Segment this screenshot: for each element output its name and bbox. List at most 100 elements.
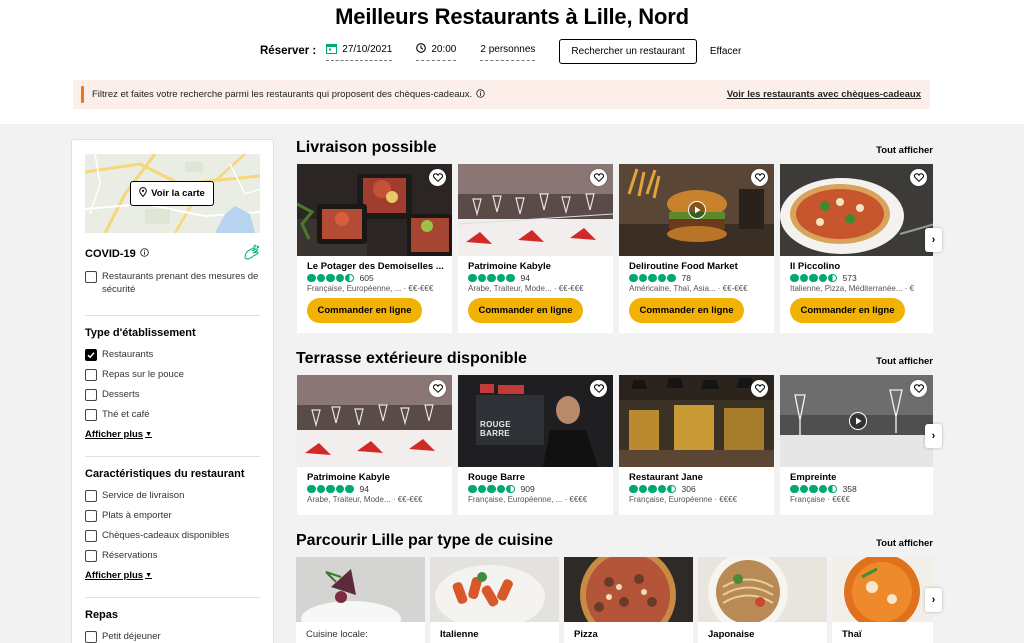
divider xyxy=(85,597,260,598)
restaurant-card[interactable]: Patrimoine Kabyle 94 Arabe, Traiteur, Mo… xyxy=(297,375,452,515)
cuisine-card-italian[interactable]: Italienne xyxy=(430,557,559,643)
restaurant-card[interactable]: Empreinte 358 Française · €€€€ xyxy=(780,375,933,515)
checkbox[interactable] xyxy=(85,408,97,421)
carousel-next-button[interactable]: › xyxy=(925,424,942,448)
save-heart-icon[interactable] xyxy=(429,169,446,186)
filter-takeaway[interactable]: Plats à emporter xyxy=(85,509,260,522)
review-count[interactable]: 605 xyxy=(360,273,374,283)
cuisine-card-japanese[interactable]: Japonaise xyxy=(698,557,827,643)
restaurant-card[interactable]: Il Piccolino 573 Italienne, Pizza, Médit… xyxy=(780,164,933,333)
review-count[interactable]: 306 xyxy=(682,484,696,494)
save-heart-icon[interactable] xyxy=(910,169,927,186)
party-size-picker[interactable]: 2 personnes xyxy=(480,41,536,61)
filter-reservations[interactable]: Réservations xyxy=(85,549,260,562)
save-heart-icon[interactable] xyxy=(590,169,607,186)
cuisine-price: Française · €€€€ xyxy=(790,495,851,504)
covid-filter: COVID-19 Restaurants prenant des mesures… xyxy=(85,244,260,296)
order-online-button[interactable]: Commander en ligne xyxy=(468,298,583,323)
filter-quick-meal[interactable]: Repas sur le pouce xyxy=(85,368,260,381)
review-count[interactable]: 94 xyxy=(360,484,369,494)
save-heart-icon[interactable] xyxy=(429,380,446,397)
date-picker[interactable]: 27/10/2021 xyxy=(326,41,393,61)
checkbox[interactable] xyxy=(85,630,97,643)
restaurant-card[interactable]: Deliroutine Food Market 78 Américaine, T… xyxy=(619,164,774,333)
rating: 78 xyxy=(629,273,691,283)
cuisine-card-pizza[interactable]: Pizza xyxy=(564,557,693,643)
filter-breakfast[interactable]: Petit déjeuner xyxy=(85,630,260,643)
review-count[interactable]: 78 xyxy=(682,273,691,283)
see-all-terrace-link[interactable]: Tout afficher xyxy=(860,356,933,367)
cuisine-photo xyxy=(698,557,827,622)
carousel-next-button[interactable]: › xyxy=(925,228,942,252)
restaurant-name[interactable]: Il Piccolino xyxy=(790,261,930,272)
filter-label: Plats à emporter xyxy=(102,510,172,521)
clear-link[interactable]: Effacer xyxy=(710,46,742,57)
save-heart-icon[interactable] xyxy=(910,380,927,397)
restaurant-card[interactable]: Le Potager des Demoiselles ... 605 Franç… xyxy=(297,164,452,333)
see-all-cuisine-link[interactable]: Tout afficher xyxy=(860,538,933,549)
cuisine-card-local[interactable]: Cuisine locale: xyxy=(296,557,425,643)
restaurant-card[interactable]: Restaurant Jane 306 Française, Européenn… xyxy=(619,375,774,515)
filter-safety-measures[interactable]: Restaurants prenant des mesures de sécur… xyxy=(85,270,260,296)
filter-label: Desserts xyxy=(102,389,140,400)
gift-card-banner: Filtrez et faites votre recherche parmi … xyxy=(73,80,930,109)
restaurant-name[interactable]: Deliroutine Food Market xyxy=(629,261,769,272)
cuisine-price: Arabe, Traiteur, Mode... · €€-€€€ xyxy=(468,284,584,293)
hand-wash-icon xyxy=(242,244,260,265)
save-heart-icon[interactable] xyxy=(751,380,768,397)
restaurant-name[interactable]: Rouge Barre xyxy=(468,472,608,483)
restaurant-name[interactable]: Empreinte xyxy=(790,472,930,483)
checkbox[interactable] xyxy=(85,549,97,562)
order-online-button[interactable]: Commander en ligne xyxy=(307,298,422,323)
view-map-button[interactable]: Voir la carte xyxy=(130,181,214,206)
caret-down-icon: ▼ xyxy=(145,572,152,579)
filter-delivery[interactable]: Service de livraison xyxy=(85,489,260,502)
noodle-bowl-photo xyxy=(698,557,827,622)
restaurant-name[interactable]: Le Potager des Demoiselles ... xyxy=(307,261,447,272)
rating-bubbles xyxy=(629,273,677,283)
filter-tea-coffee[interactable]: Thé et café xyxy=(85,408,260,421)
checkbox[interactable] xyxy=(85,368,97,381)
restaurant-card[interactable]: ROUGE BARRE Rouge Barre 909 Française, E… xyxy=(458,375,613,515)
checkbox[interactable] xyxy=(85,529,97,542)
save-heart-icon[interactable] xyxy=(590,380,607,397)
cuisine-label: Thaï xyxy=(842,629,862,640)
filter-desserts[interactable]: Desserts xyxy=(85,388,260,401)
review-count[interactable]: 909 xyxy=(521,484,535,494)
map-preview[interactable]: Voir la carte xyxy=(85,154,260,233)
show-more-features-link[interactable]: Afficher plus ▼ xyxy=(85,570,260,581)
filter-gift-cards[interactable]: Chèques-cadeaux disponibles xyxy=(85,529,260,542)
see-all-delivery-link[interactable]: Tout afficher xyxy=(860,145,933,156)
search-restaurant-button[interactable]: Rechercher un restaurant xyxy=(559,38,697,64)
checkbox[interactable] xyxy=(85,489,97,502)
checkbox[interactable] xyxy=(85,509,97,522)
cuisine-label: Japonaise xyxy=(708,629,755,640)
play-video-icon[interactable] xyxy=(688,201,706,219)
review-count[interactable]: 94 xyxy=(521,273,530,283)
save-heart-icon[interactable] xyxy=(751,169,768,186)
cuisine-card-thai[interactable]: Thaï xyxy=(832,557,933,643)
type-heading: Type d'établissement xyxy=(85,327,196,339)
restaurant-card[interactable]: Patrimoine Kabyle 94 Arabe, Traiteur, Mo… xyxy=(458,164,613,333)
gift-card-link[interactable]: Voir les restaurants avec chèques-cadeau… xyxy=(727,89,921,100)
restaurant-name[interactable]: Restaurant Jane xyxy=(629,472,769,483)
carousel-next-button[interactable]: › xyxy=(925,588,942,612)
show-more-types-link[interactable]: Afficher plus ▼ xyxy=(85,429,260,440)
covid-heading: COVID-19 xyxy=(85,244,260,260)
checkbox[interactable] xyxy=(85,388,97,401)
info-icon[interactable] xyxy=(476,88,485,101)
filter-restaurants[interactable]: Restaurants xyxy=(85,348,260,361)
review-count[interactable]: 358 xyxy=(843,484,857,494)
restaurant-name[interactable]: Patrimoine Kabyle xyxy=(468,261,608,272)
play-video-icon[interactable] xyxy=(849,412,867,430)
order-online-button[interactable]: Commander en ligne xyxy=(629,298,744,323)
checkbox-checked[interactable] xyxy=(85,348,97,361)
review-count[interactable]: 573 xyxy=(843,273,857,283)
time-picker[interactable]: 20:00 xyxy=(416,41,457,61)
meals-heading: Repas xyxy=(85,609,119,621)
order-online-button[interactable]: Commander en ligne xyxy=(790,298,905,323)
info-icon[interactable] xyxy=(140,248,149,260)
checkbox[interactable] xyxy=(85,270,97,283)
restaurant-name[interactable]: Patrimoine Kabyle xyxy=(307,472,447,483)
filter-label: Service de livraison xyxy=(102,490,185,501)
